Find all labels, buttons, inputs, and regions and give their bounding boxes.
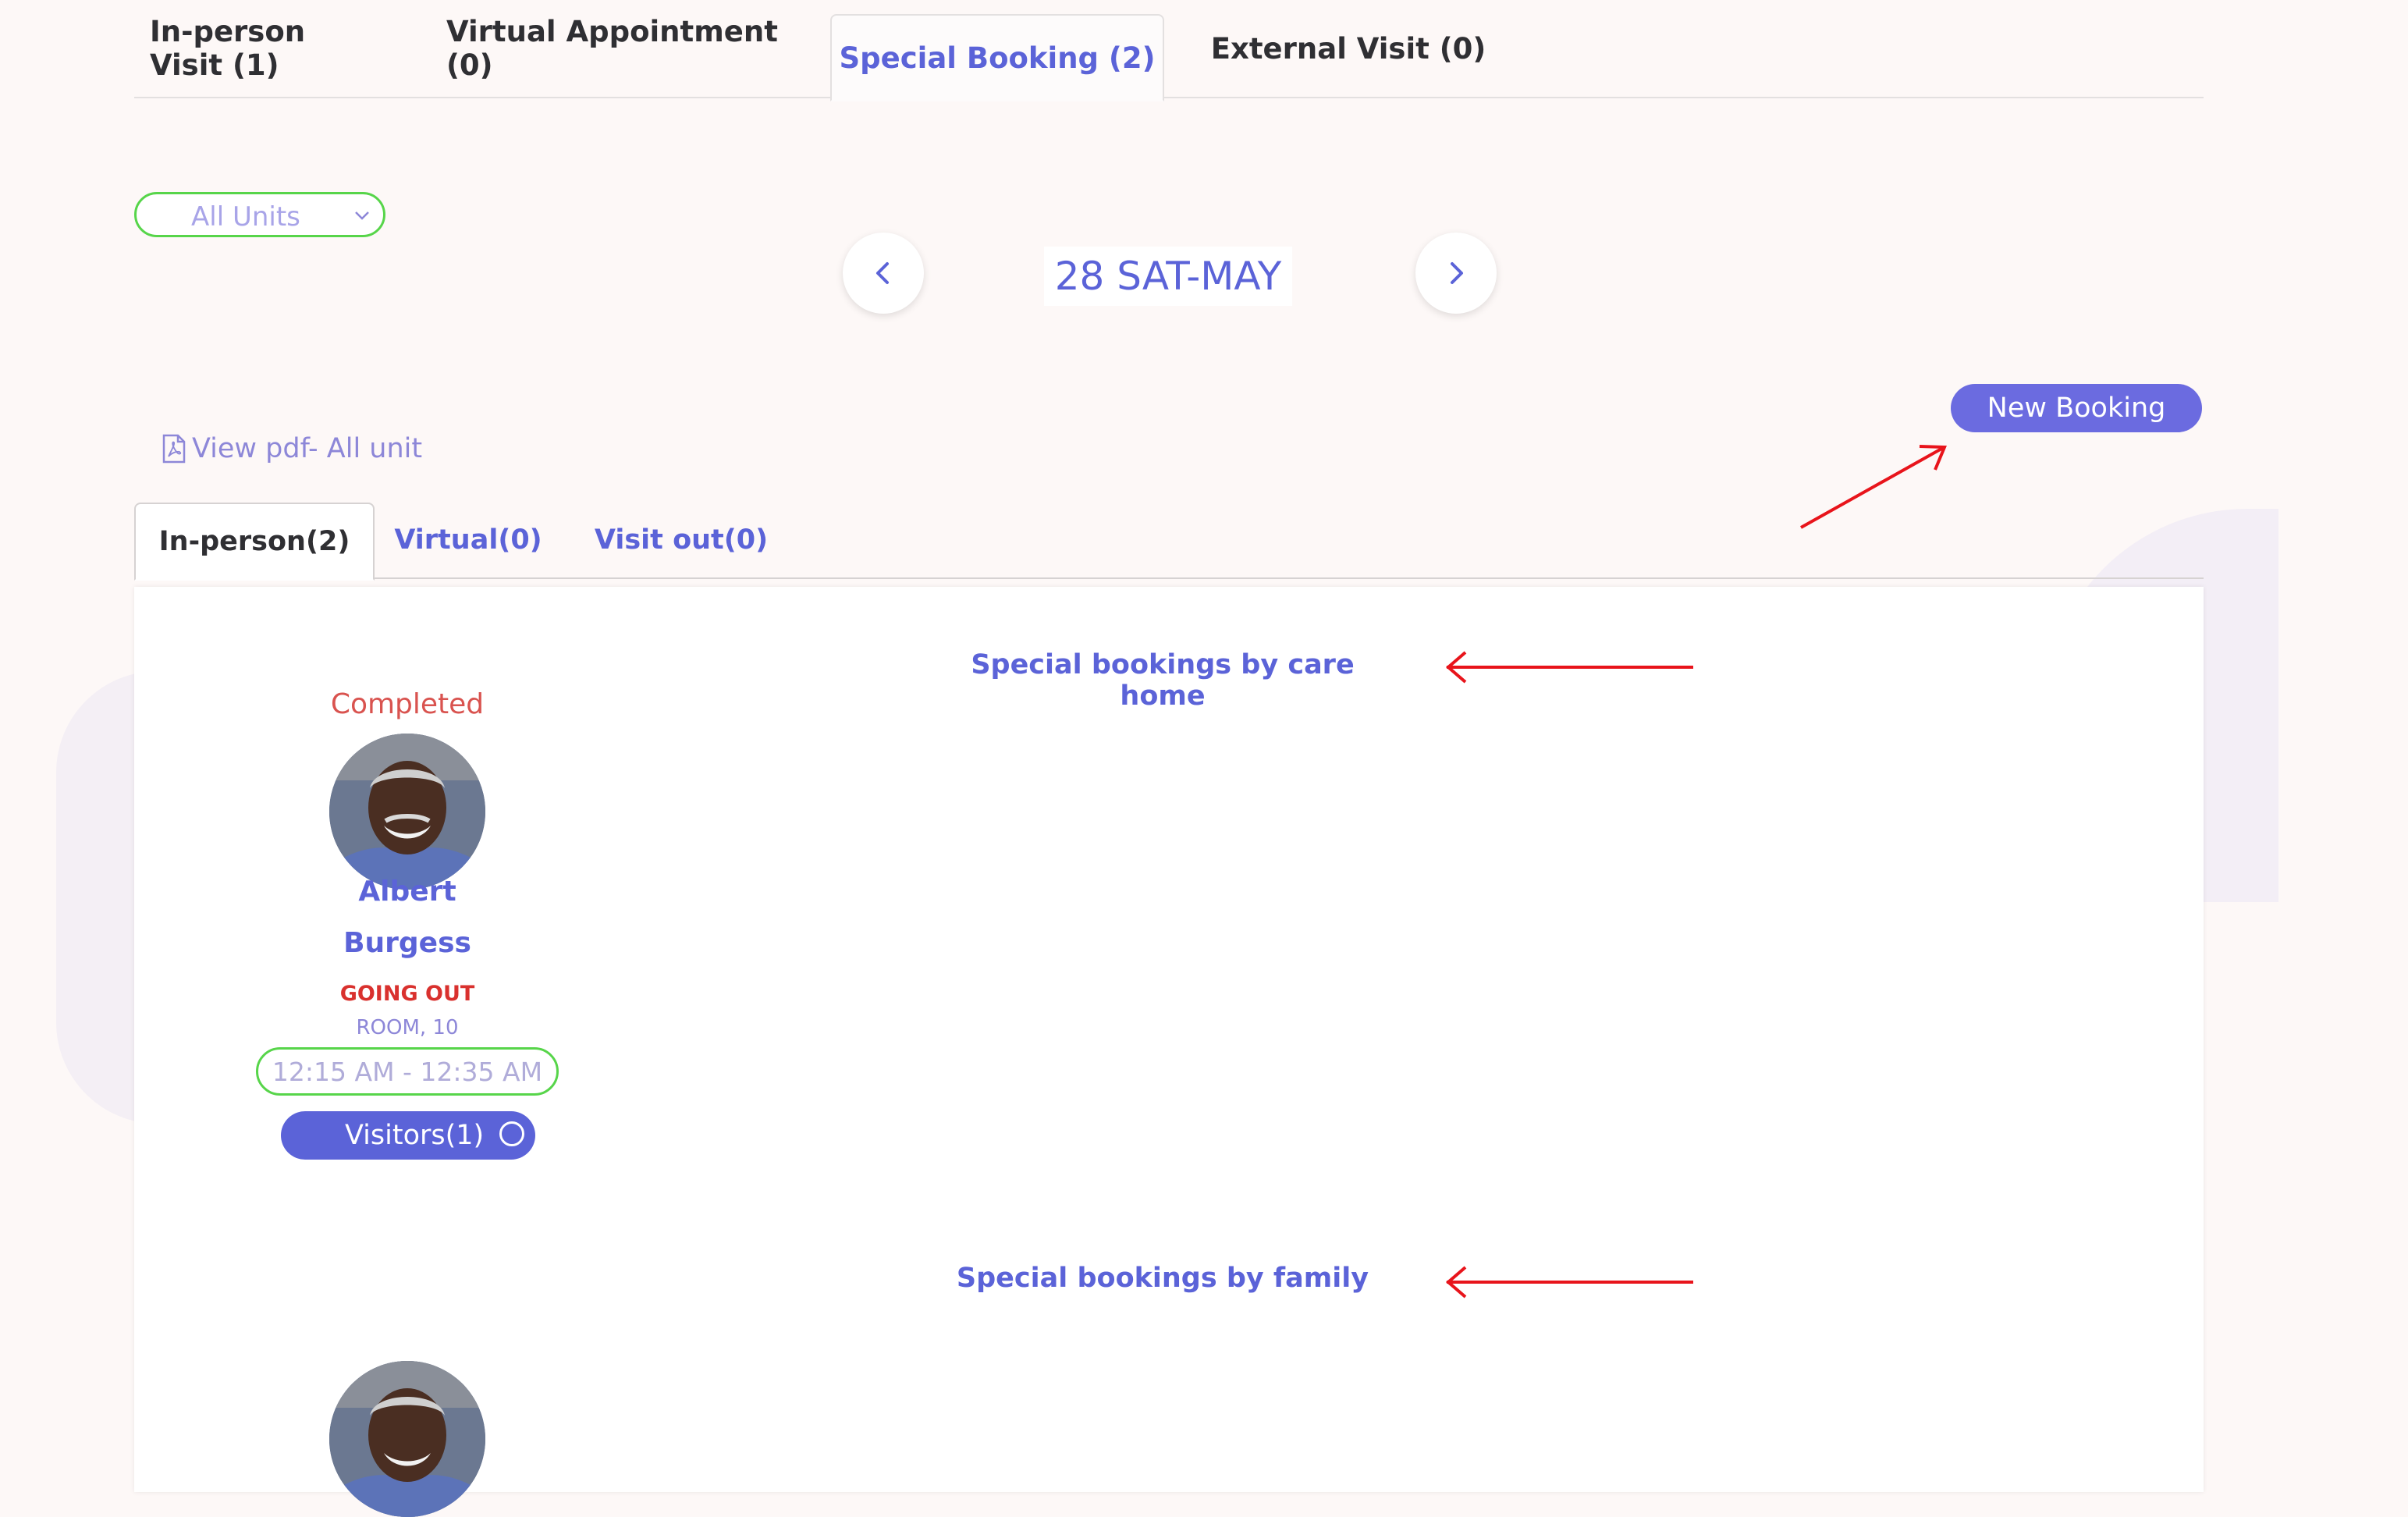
- booking-type-subtabs: In-person(2) Virtual(0) Visit out(0): [134, 503, 2204, 581]
- view-pdf-link[interactable]: View pdf- All unit: [161, 431, 422, 467]
- view-pdf-label: View pdf- All unit: [192, 433, 423, 464]
- annotation-arrow-icon: [1445, 651, 1693, 684]
- resident-photo: [329, 734, 485, 890]
- avatar: [329, 734, 485, 890]
- circle-icon: [499, 1121, 524, 1146]
- visitors-button[interactable]: Visitors(1): [281, 1111, 535, 1160]
- unit-select[interactable]: All Units: [134, 192, 385, 237]
- resident-photo: [329, 1361, 485, 1517]
- tab-in-person-visit[interactable]: In-person Visit (1): [150, 0, 381, 97]
- chevron-down-icon: [355, 211, 369, 220]
- room-label: ROOM, 10: [356, 1016, 459, 1039]
- annotation-arrow-icon: [1445, 1266, 1693, 1299]
- tab-external-visit[interactable]: External Visit (0): [1184, 0, 1512, 97]
- tab-special-booking[interactable]: Special Booking (2): [830, 14, 1164, 101]
- tab-virtual-appointment[interactable]: Virtual Appointment (0): [446, 0, 799, 97]
- avatar: [329, 1361, 485, 1517]
- resident-last-name: Burgess: [343, 927, 471, 959]
- new-booking-button[interactable]: New Booking: [1951, 384, 2202, 432]
- subtab-visit-out[interactable]: Visit out(0): [584, 503, 779, 577]
- subtab-in-person[interactable]: In-person(2): [134, 503, 375, 581]
- visitors-label: Visitors(1): [345, 1120, 485, 1151]
- current-date: 28 SAT-MAY: [1044, 247, 1292, 306]
- status-badge: Completed: [330, 688, 485, 720]
- time-slot-pill: 12:15 AM - 12:35 AM: [256, 1047, 559, 1096]
- visit-type-tabs: In-person Visit (1) Virtual Appointment …: [134, 0, 2204, 101]
- activity-label: GOING OUT: [339, 982, 475, 1006]
- subtab-virtual[interactable]: Virtual(0): [392, 503, 545, 577]
- section-title-family: Special bookings by family: [956, 1263, 1369, 1294]
- chevron-left-icon: [876, 262, 889, 284]
- pdf-file-icon: [162, 434, 186, 464]
- unit-select-value: All Units: [191, 201, 300, 233]
- previous-date-button[interactable]: [843, 233, 924, 314]
- section-title-care-home: Special bookings by care home: [971, 649, 1355, 712]
- booking-card[interactable]: Completed Albert Burgess GOING OUT ROOM,…: [251, 688, 563, 1219]
- resident-first-name: Albert: [358, 876, 456, 908]
- bookings-panel: Special bookings by care home Completed …: [134, 587, 2204, 1517]
- chevron-right-icon: [1451, 262, 1463, 284]
- next-date-button[interactable]: [1415, 233, 1497, 314]
